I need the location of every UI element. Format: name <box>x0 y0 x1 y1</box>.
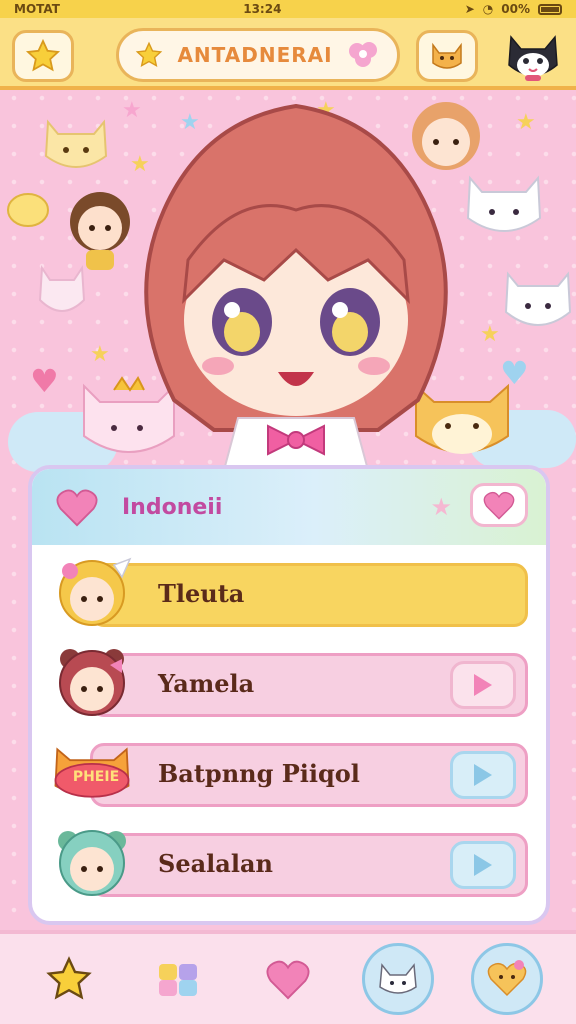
list-item-label: Yamela <box>158 668 255 698</box>
avatar <box>50 557 134 629</box>
star-sticker: ★ <box>430 493 452 521</box>
avatar-badge-text: PHEIE <box>72 769 120 785</box>
blonde-girl-avatar-icon <box>59 557 132 626</box>
star-sticker: ★ <box>516 110 536 135</box>
heart-icon <box>56 489 98 527</box>
cream-cat-sticker <box>44 119 108 168</box>
status-time: 13:24 <box>243 2 282 16</box>
pet-button[interactable] <box>416 30 478 82</box>
title-banner: ANTADNERAI <box>116 28 400 82</box>
list-item[interactable]: Yamela <box>50 647 528 719</box>
play-button[interactable] <box>450 841 516 889</box>
nav-profile-button[interactable] <box>471 943 544 1015</box>
play-icon <box>474 674 492 696</box>
favorite-heart-button[interactable] <box>470 483 528 527</box>
status-bar: MOTAT 13:24 ➤ ◔ 00% <box>0 0 576 18</box>
character-panel: Indoneii ★ Tleuta Yamela PHEIE Batpnng P… <box>28 465 550 925</box>
star-icon <box>25 38 61 72</box>
play-button[interactable] <box>450 751 516 799</box>
panel-header: Indoneii ★ <box>32 469 546 545</box>
favorites-button[interactable] <box>12 30 74 82</box>
red-hair-girl-avatar-icon <box>59 649 125 716</box>
cat-face-icon <box>378 963 417 994</box>
avatar: PHEIE <box>50 737 134 809</box>
play-button[interactable] <box>450 661 516 709</box>
avatar <box>50 827 134 899</box>
list-item-label: Sealalan <box>158 848 273 878</box>
list-item-label: Batpnng Piiqol <box>158 758 360 788</box>
nav-star-button[interactable] <box>33 943 105 1015</box>
chibi-girl-character <box>144 103 448 470</box>
nav-puzzle-button[interactable] <box>142 943 214 1015</box>
status-indicators: ➤ ◔ 00% <box>465 2 562 16</box>
wifi-icon: ◔ <box>482 2 494 16</box>
star-icon <box>136 41 163 67</box>
top-bar: ANTADNERAI <box>0 18 576 90</box>
heart-icon <box>483 491 515 520</box>
black-cat-icon <box>508 35 558 81</box>
white-cat-sticker <box>466 175 542 232</box>
heart-icon <box>266 960 310 1000</box>
battery-icon <box>537 3 562 15</box>
yellow-blob-sticker <box>7 193 49 227</box>
white-cat-sticker <box>38 264 86 312</box>
list-item[interactable]: Sealalan <box>50 827 528 899</box>
cat-face-icon <box>432 42 462 69</box>
bottom-navigation <box>0 930 576 1024</box>
play-icon <box>474 854 492 876</box>
list-item-partial <box>50 913 528 921</box>
flower-icon <box>348 42 377 67</box>
app-title: ANTADNERAI <box>177 43 333 67</box>
character-list: Tleuta Yamela PHEIE Batpnng Piiqol Seala… <box>32 547 546 921</box>
list-item[interactable]: PHEIE Batpnng Piiqol <box>50 737 528 809</box>
heart-sticker: ♥ <box>30 362 59 400</box>
avatar <box>50 647 134 719</box>
carrier-label: MOTAT <box>14 2 60 16</box>
panel-title: Indoneii <box>122 494 223 520</box>
list-item-label: Tleuta <box>158 578 245 608</box>
nav-heart-button[interactable] <box>252 943 324 1015</box>
hero-illustration: ★ ★ ★ ★ ★ ♥ ♥ ★ ★ <box>0 92 576 472</box>
play-icon <box>474 764 492 786</box>
row-background <box>90 563 528 627</box>
location-icon: ➤ <box>464 2 475 16</box>
white-cat-sticker <box>504 271 572 326</box>
battery-label: 00% <box>501 2 530 16</box>
star-sticker: ★ <box>90 342 110 367</box>
profile-avatar[interactable] <box>500 26 566 88</box>
star-icon <box>46 956 92 1000</box>
puzzle-icon <box>159 964 198 996</box>
star-sticker: ★ <box>480 322 500 347</box>
nav-cat-button[interactable] <box>361 943 434 1015</box>
heart-face-icon <box>487 960 527 997</box>
list-item[interactable]: Tleuta <box>50 557 528 629</box>
teal-hair-girl-avatar-icon <box>58 830 126 896</box>
